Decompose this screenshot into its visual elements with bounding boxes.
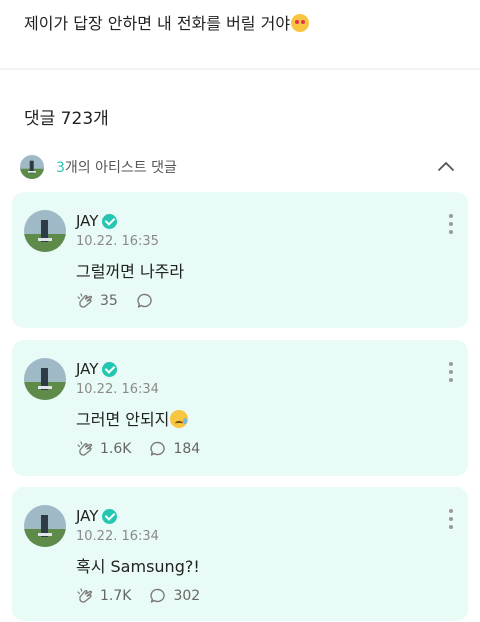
more-vertical-icon[interactable] bbox=[448, 362, 454, 382]
post-text: 제이가 답장 안하면 내 전화를 버릴 거야 bbox=[24, 10, 310, 34]
author-name[interactable]: JAY bbox=[76, 507, 118, 525]
avatar[interactable] bbox=[24, 358, 66, 400]
post-text-content: 제이가 답장 안하면 내 전화를 버릴 거야 bbox=[24, 14, 291, 33]
comment-date: 10.22. 16:34 bbox=[76, 529, 159, 544]
comment-text: 혹시 Samsung?! bbox=[76, 557, 200, 576]
reply-button[interactable]: 184 bbox=[149, 440, 200, 458]
speech-bubble-icon bbox=[137, 293, 152, 308]
speech-bubble-icon bbox=[150, 441, 166, 456]
reply-button[interactable] bbox=[136, 292, 160, 310]
clap-like-icon bbox=[77, 441, 93, 456]
more-vertical-icon[interactable] bbox=[448, 509, 454, 529]
verified-badge-icon bbox=[102, 508, 118, 524]
author-name[interactable]: JAY bbox=[76, 212, 118, 230]
clap-like-icon bbox=[77, 588, 93, 603]
like-count: 1.7K bbox=[100, 588, 132, 604]
comment-count: 댓글 723개 bbox=[24, 109, 109, 129]
chevron-up-icon[interactable] bbox=[436, 157, 456, 177]
artist-comments-label: 3개의 아티스트 댓글 bbox=[56, 157, 177, 177]
like-button[interactable]: 35 bbox=[76, 292, 118, 310]
artist-comments-label-text: 개의 아티스트 댓글 bbox=[64, 160, 177, 176]
artist-avatar bbox=[20, 155, 44, 179]
comment-text-content: 그러면 안되지 bbox=[76, 410, 170, 429]
comment-date: 10.22. 16:35 bbox=[76, 234, 159, 249]
avatar[interactable] bbox=[24, 210, 66, 252]
divider bbox=[0, 68, 480, 70]
verified-badge-icon bbox=[102, 361, 118, 377]
like-button[interactable]: 1.7K bbox=[76, 587, 131, 605]
more-vertical-icon[interactable] bbox=[448, 214, 454, 234]
artist-comments-toggle[interactable]: 3개의 아티스트 댓글 bbox=[20, 152, 464, 182]
speech-bubble-icon bbox=[150, 588, 166, 603]
artist-comment-card: JAY 10.22. 16:35 그럴꺼면 나주라 35 bbox=[12, 192, 468, 328]
avatar[interactable] bbox=[24, 505, 66, 547]
clap-like-icon bbox=[77, 293, 93, 308]
author-name[interactable]: JAY bbox=[76, 360, 118, 378]
verified-badge-icon bbox=[102, 213, 118, 229]
comment-actions: 1.7K 302 bbox=[76, 587, 218, 605]
author-name-text: JAY bbox=[76, 212, 99, 230]
reply-count: 302 bbox=[173, 588, 201, 604]
like-count: 35 bbox=[100, 293, 118, 309]
comment-text: 그럴꺼면 나주라 bbox=[76, 262, 185, 281]
artist-comments-count: 3 bbox=[56, 160, 65, 176]
smiling-face-with-hearts-emoji-icon bbox=[291, 14, 310, 32]
author-name-text: JAY bbox=[76, 507, 99, 525]
author-name-text: JAY bbox=[76, 360, 99, 378]
comment-actions: 35 bbox=[76, 292, 178, 310]
comment-actions: 1.6K 184 bbox=[76, 440, 218, 458]
like-button[interactable]: 1.6K bbox=[76, 440, 131, 458]
comment-text: 그러면 안되지 bbox=[76, 406, 189, 430]
artist-comment-card: JAY 10.22. 16:34 혹시 Samsung?! 1.7K 302 bbox=[12, 487, 468, 621]
like-count: 1.6K bbox=[100, 441, 132, 457]
comment-date: 10.22. 16:34 bbox=[76, 382, 159, 397]
artist-comment-card: JAY 10.22. 16:34 그러면 안되지 1.6K 184 bbox=[12, 340, 468, 476]
reply-button[interactable]: 302 bbox=[149, 587, 200, 605]
reply-count: 184 bbox=[173, 441, 201, 457]
sad-face-emoji-icon bbox=[170, 410, 189, 428]
